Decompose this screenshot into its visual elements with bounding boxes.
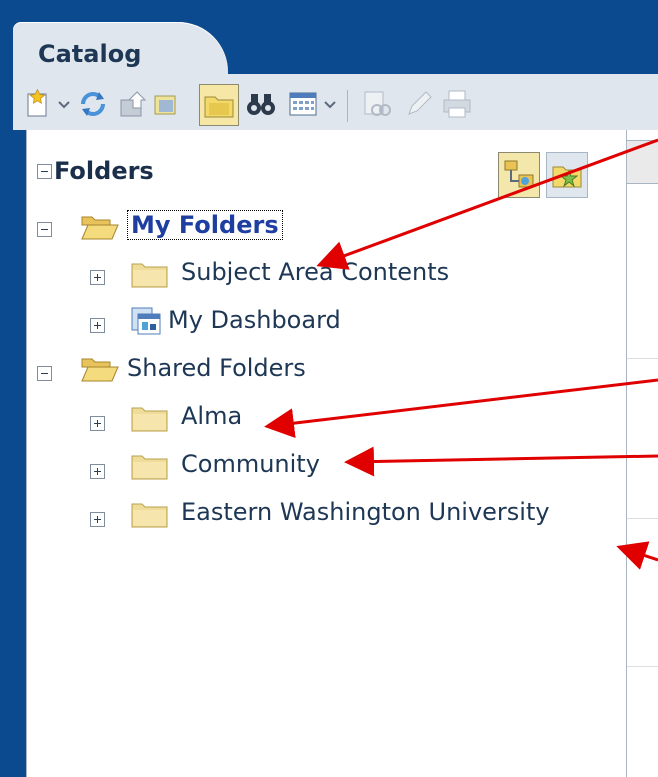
- folder-view-icon[interactable]: [153, 88, 185, 120]
- favorite-folder-icon: [552, 166, 582, 188]
- folder-icon: [131, 455, 168, 480]
- open-folder-icon: [81, 216, 119, 240]
- content-tab-stub[interactable]: [627, 140, 658, 184]
- edit-icon[interactable]: [403, 88, 435, 120]
- folder-toggle-icon: [204, 96, 234, 118]
- tree-item-label[interactable]: My Dashboard: [168, 306, 341, 334]
- expand-toggle[interactable]: [37, 222, 52, 237]
- tree-item-label[interactable]: Shared Folders: [127, 354, 306, 382]
- tree-item-label[interactable]: Subject Area Contents: [181, 258, 449, 286]
- tree-item-label[interactable]: Eastern Washington University: [181, 498, 550, 526]
- divider: [627, 666, 658, 667]
- favorites-button[interactable]: [546, 152, 588, 198]
- folder-toggle-button[interactable]: [199, 84, 239, 126]
- show-tree-button[interactable]: [498, 152, 540, 198]
- expand-toggle[interactable]: [90, 416, 105, 431]
- properties-icon[interactable]: [361, 88, 393, 120]
- new-icon[interactable]: [23, 88, 55, 120]
- panel-header-icons: [498, 152, 608, 198]
- expand-toggle[interactable]: [90, 270, 105, 285]
- folder-icon: [131, 263, 168, 288]
- refresh-icon[interactable]: [77, 88, 109, 120]
- catalog-tab-label: Catalog: [38, 40, 142, 68]
- tree-view-icon: [504, 160, 534, 188]
- collapse-folders-panel-toggle[interactable]: [37, 164, 52, 179]
- dashboard-icon: [131, 307, 161, 335]
- open-folder-icon: [81, 358, 119, 382]
- folder-icon: [131, 503, 168, 528]
- folder-icon: [131, 407, 168, 432]
- divider: [627, 518, 658, 519]
- search-icon[interactable]: [245, 88, 277, 120]
- print-icon[interactable]: [441, 88, 473, 120]
- expand-toggle[interactable]: [90, 318, 105, 333]
- caret-down-icon[interactable]: [57, 97, 71, 111]
- tree-item-label[interactable]: Community: [181, 450, 320, 478]
- content-pane-edge: [626, 130, 658, 777]
- expand-toggle[interactable]: [37, 366, 52, 381]
- toolbar: [23, 82, 658, 126]
- toolbar-separator: [347, 90, 348, 122]
- divider: [627, 358, 658, 359]
- panel-title: Folders: [54, 157, 154, 185]
- caret-down-icon[interactable]: [323, 97, 337, 111]
- expand-toggle[interactable]: [90, 512, 105, 527]
- tree-item-label[interactable]: Alma: [181, 402, 242, 430]
- tree-item-label[interactable]: My Folders: [127, 210, 283, 240]
- upload-icon[interactable]: [117, 88, 149, 120]
- calendar-icon[interactable]: [287, 88, 319, 120]
- expand-toggle[interactable]: [90, 464, 105, 479]
